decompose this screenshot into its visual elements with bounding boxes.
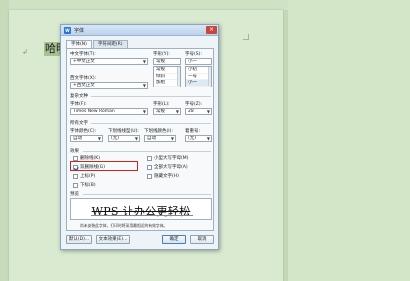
chevron-down-icon: ▼ (97, 136, 101, 141)
preview-baseline (91, 215, 193, 216)
checkbox-box[interactable] (147, 173, 152, 179)
checkbox-box[interactable] (73, 173, 78, 179)
checkbox-label: 全部大写字母(A) (154, 165, 188, 170)
preview-section-title: 预览 (70, 192, 79, 197)
chevron-down-icon: ▼ (175, 109, 179, 114)
default-button[interactable]: 默认(D)... (66, 235, 92, 244)
underline-color-value: 自动 (147, 136, 156, 141)
style-value: 常规 (156, 59, 165, 64)
cancel-button[interactable]: 取消 (190, 235, 214, 244)
checkbox-box[interactable] (73, 182, 78, 188)
chevron-down-icon: ▼ (134, 136, 138, 141)
preview-box: WPS 让办公更轻松 (70, 198, 212, 220)
complex-size-value: 28 (188, 109, 194, 114)
ok-button[interactable]: 确定 (162, 235, 186, 244)
page-edge (0, 0, 9, 281)
font-color-value: 自动 (73, 136, 82, 141)
size-value: 小一 (188, 59, 197, 64)
superscript-checkbox[interactable]: 上标(P) (73, 173, 95, 179)
complex-style-label: 字形(L): (153, 102, 170, 107)
checkbox-label: 上标(P) (80, 174, 96, 179)
chevron-down-icon: ▼ (206, 136, 210, 141)
size-input[interactable]: 小一 (185, 58, 212, 65)
complex-size-select[interactable]: 28 ▼ (185, 108, 212, 115)
complex-section-title: 复杂文种 (70, 94, 88, 99)
effects-section-title: 效果 (70, 149, 79, 154)
list-scrollbar[interactable] (208, 67, 211, 86)
western-font-label: 西文字体(X): (70, 76, 97, 81)
complex-font-select[interactable]: Times New Roman ▼ (70, 108, 148, 115)
small-caps-checkbox[interactable]: 小型大写字母(M) (147, 155, 188, 161)
emphasis-value: (无) (188, 136, 197, 141)
size-list[interactable]: 小初 一号 小一 (185, 66, 212, 87)
emphasis-label: 着重号: (185, 129, 201, 134)
font-color-label: 字体颜色(C): (70, 129, 97, 134)
section-divider (83, 194, 211, 195)
chevron-down-icon: ▼ (142, 109, 146, 114)
section-divider (83, 151, 211, 152)
font-dialog: W 字体 × 字体(N) 字符间距(R) 中文字体(T): +中文正文 ▼ 字形… (60, 24, 219, 250)
hidden-text-checkbox[interactable]: 隐藏文字(H) (147, 173, 179, 179)
chinese-font-label: 中文字体(T): (70, 52, 96, 57)
preview-note: 尚未安装此字体，打印时将采用最相近的有效字体。 (80, 223, 168, 228)
font-color-select[interactable]: 自动 ▼ (70, 135, 103, 142)
chevron-down-icon: ▼ (142, 59, 146, 64)
font-tab-panel: 中文字体(T): +中文正文 ▼ 字形(Y): 常规 常规 倾斜 加粗 字号(S… (66, 48, 214, 231)
close-icon[interactable]: × (206, 26, 217, 34)
checkbox-label: 隐藏文字(H) (154, 174, 179, 179)
underline-color-select[interactable]: 自动 ▼ (144, 135, 176, 142)
chevron-down-icon: ▼ (206, 109, 210, 114)
subscript-checkbox[interactable]: 下标(B) (73, 182, 96, 188)
western-font-value: +西文正文 (73, 83, 95, 88)
complex-font-value: Times New Roman (73, 109, 115, 114)
style-list[interactable]: 常规 倾斜 加粗 (153, 66, 181, 87)
chevron-down-icon: ▼ (142, 83, 146, 88)
emphasis-select[interactable]: (无) ▼ (185, 135, 212, 142)
dialog-titlebar[interactable]: W 字体 × (61, 25, 218, 36)
chevron-down-icon: ▼ (170, 136, 174, 141)
checkbox-box[interactable] (147, 155, 152, 161)
underline-style-select[interactable]: (无) ▼ (108, 135, 140, 142)
preview-sample-text: WPS 让办公更轻松 (91, 205, 191, 218)
complex-style-select[interactable]: 常规 ▼ (153, 108, 181, 115)
underline-style-label: 下划线线型(U): (108, 129, 139, 134)
page-corner-mark (243, 34, 249, 40)
complex-font-label: 字体(F): (70, 102, 87, 107)
all-caps-checkbox[interactable]: 全部大写字母(A) (147, 164, 188, 170)
app-icon: W (64, 27, 71, 34)
style-label: 字形(Y): (153, 52, 170, 57)
checkbox-label: 小型大写字母(M) (154, 156, 189, 161)
section-divider (91, 96, 211, 97)
western-font-select[interactable]: +西文正文 ▼ (70, 82, 148, 89)
all-text-section-title: 所有文字 (70, 121, 88, 126)
size-label: 字号(S): (185, 52, 202, 57)
annotation-highlight-box (70, 161, 138, 171)
paragraph-mark-icon: ↲ (22, 48, 28, 56)
style-input[interactable]: 常规 (153, 58, 181, 65)
complex-size-label: 字号(Z): (185, 102, 203, 107)
list-scrollbar[interactable] (177, 67, 180, 86)
workspace-background (288, 0, 410, 281)
checkbox-label: 下标(B) (80, 183, 96, 188)
dialog-title: 字体 (74, 28, 85, 34)
checkbox-box[interactable] (147, 164, 152, 170)
underline-style-value: (无) (111, 136, 120, 141)
checkbox-box[interactable] (73, 155, 78, 161)
chinese-font-value: +中文正文 (73, 59, 95, 64)
complex-style-value: 常规 (156, 109, 165, 114)
underline-color-label: 下划线颜色(I): (144, 129, 173, 134)
section-divider (91, 123, 211, 124)
text-effects-button[interactable]: 文本效果(E)... (96, 235, 130, 244)
chinese-font-select[interactable]: +中文正文 ▼ (70, 58, 148, 65)
